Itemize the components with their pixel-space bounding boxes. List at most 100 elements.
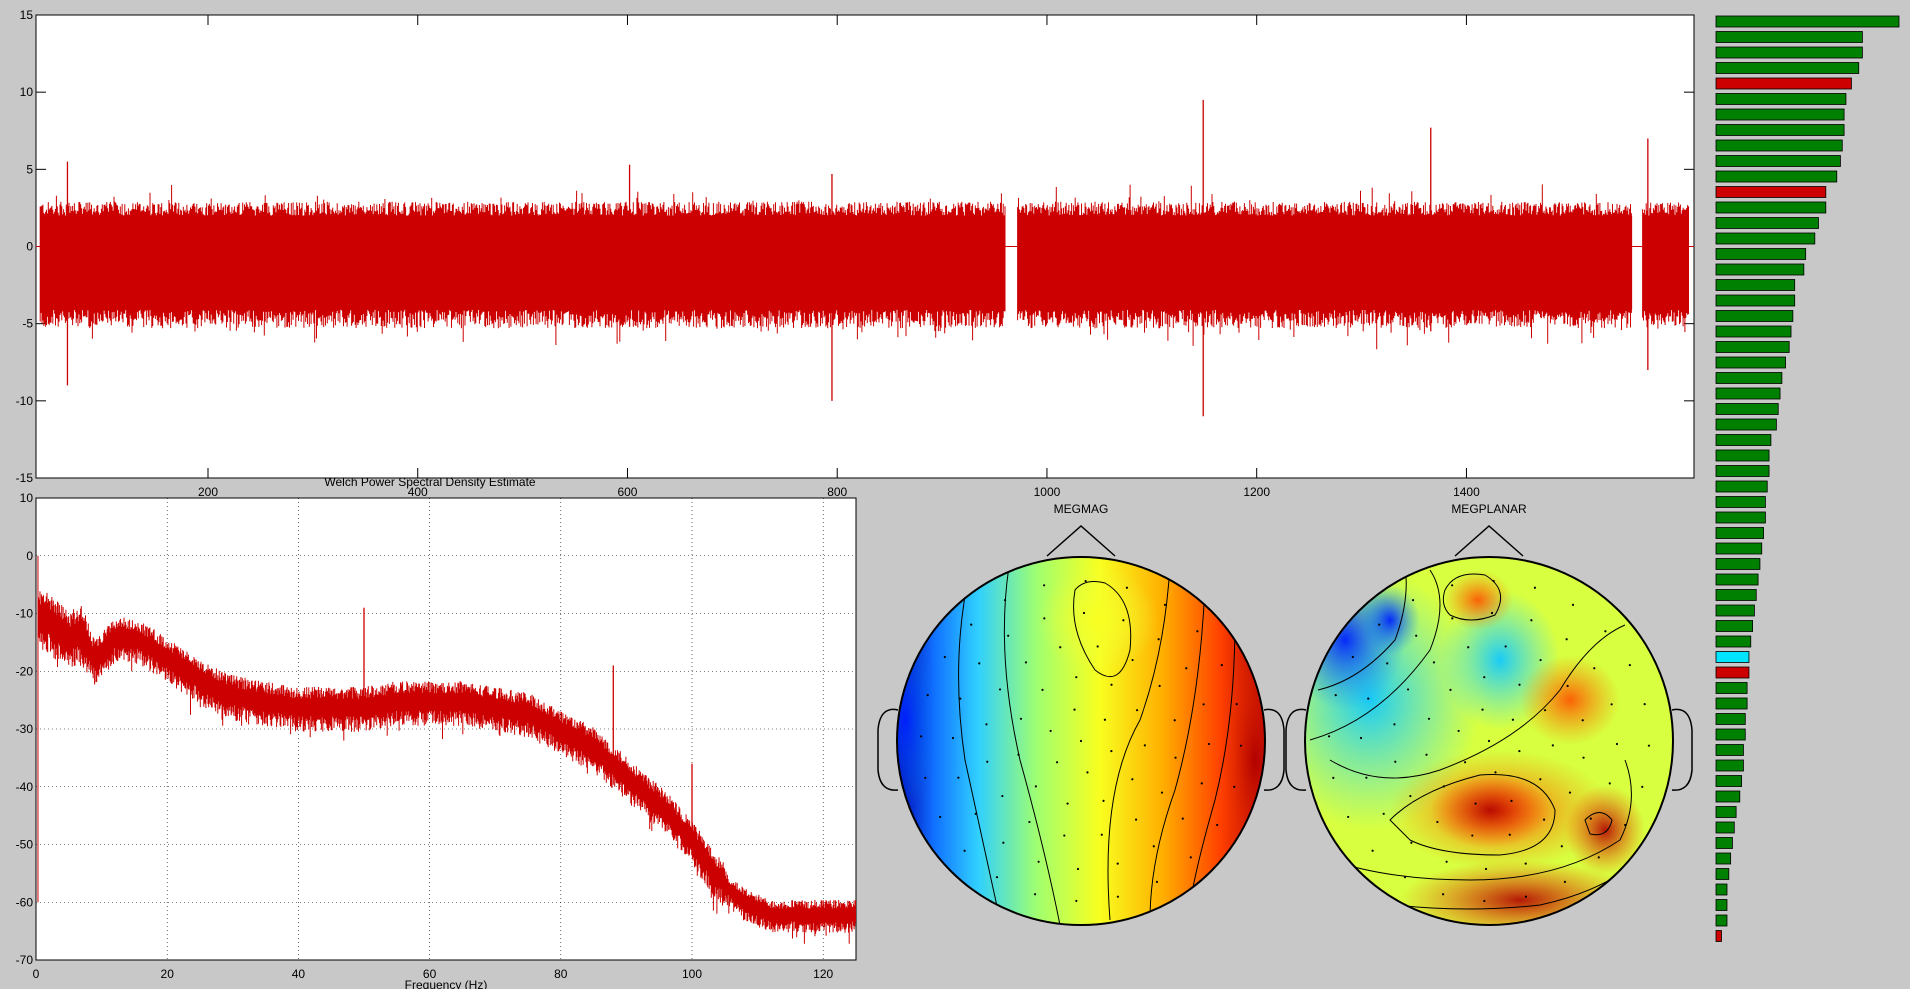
channel-bar[interactable] (1715, 372, 1783, 384)
sensor-dot (1615, 742, 1619, 746)
sensor-dot (1334, 693, 1337, 697)
sensor-dot (1086, 771, 1089, 774)
channel-bar[interactable] (1715, 124, 1845, 136)
sensor-dot (1233, 785, 1236, 789)
channel-bar[interactable] (1715, 821, 1735, 834)
channel-bar[interactable] (1715, 31, 1863, 43)
channel-bar[interactable] (1715, 93, 1847, 105)
sensor-dot (1034, 785, 1037, 788)
megplanar-orange-top (1443, 570, 1513, 630)
channel-bar[interactable] (1715, 77, 1852, 90)
sensor-dot (1406, 688, 1410, 691)
channel-bar[interactable] (1715, 62, 1860, 74)
sensor-dot (1457, 729, 1460, 733)
ts-xtick-label: 600 (617, 485, 637, 499)
sensor-dot (1542, 818, 1546, 821)
sensor-dot (1504, 645, 1507, 648)
sensor-dot (986, 760, 989, 763)
ts-ytick-label: -15 (16, 471, 34, 485)
channel-bar[interactable] (1715, 837, 1733, 849)
channel-bar[interactable] (1715, 217, 1819, 229)
megmag-topomap: MEGMAG (877, 502, 1285, 926)
channel-bar[interactable] (1715, 713, 1746, 725)
channel-bar[interactable] (1715, 294, 1796, 307)
sensor-dot (1371, 849, 1374, 852)
sensor-dot (1202, 703, 1205, 706)
sensor-dot (1524, 862, 1527, 865)
channel-bar[interactable] (1715, 418, 1777, 431)
sensor-dot (1131, 778, 1134, 781)
sensor-dot (1481, 708, 1484, 711)
sensor-dot (1116, 895, 1119, 898)
channel-bar[interactable] (1715, 387, 1781, 400)
channel-bar[interactable] (1715, 449, 1770, 462)
sensor-dot (978, 662, 981, 665)
channel-bar[interactable] (1715, 899, 1728, 911)
ts-ytick-label: -10 (16, 394, 34, 408)
channel-bar[interactable] (1715, 139, 1843, 152)
channel-bar[interactable] (1715, 527, 1764, 539)
channel-bar[interactable] (1715, 325, 1792, 338)
channel-bar[interactable] (1715, 759, 1744, 772)
channel-bar[interactable] (1715, 434, 1772, 446)
sensor-dot (1196, 630, 1199, 633)
channel-bar[interactable] (1715, 728, 1746, 741)
channel-bar[interactable] (1715, 635, 1752, 648)
channel-bar[interactable] (1715, 542, 1763, 555)
channel-bar[interactable] (1715, 465, 1770, 477)
channel-bar[interactable] (1715, 46, 1863, 59)
channel-bar[interactable] (1715, 868, 1730, 880)
psd-ytick-label: 0 (26, 549, 33, 563)
channel-variance-bars (1715, 15, 1900, 942)
channel-bar[interactable] (1715, 682, 1748, 694)
psd-ytick-label: -70 (16, 953, 34, 967)
sensor-dot (1608, 782, 1611, 785)
channel-bar[interactable] (1715, 248, 1807, 260)
channel-bar[interactable] (1715, 170, 1838, 183)
sensor-dot (1425, 753, 1428, 756)
channel-bar[interactable] (1715, 604, 1755, 617)
channel-bar[interactable] (1715, 201, 1827, 214)
channel-bar[interactable] (1715, 403, 1779, 415)
channel-bar[interactable] (1715, 232, 1816, 245)
psd-ytick-label: -50 (16, 838, 34, 852)
sensor-dot (1157, 638, 1160, 641)
sensor-dot (1347, 815, 1350, 819)
channel-bar[interactable] (1715, 155, 1841, 167)
channel-bar[interactable] (1715, 883, 1728, 896)
channel-bar[interactable] (1715, 573, 1759, 586)
sensor-dot (1386, 662, 1389, 665)
channel-bar[interactable] (1715, 666, 1750, 679)
channel-bar[interactable] (1715, 914, 1728, 927)
channel-bar[interactable] (1715, 108, 1845, 121)
channel-bar[interactable] (1715, 651, 1750, 663)
sensor-dot (1539, 778, 1542, 781)
channel-bar[interactable] (1715, 697, 1748, 710)
sensor-dot (1463, 761, 1467, 764)
channel-bar[interactable] (1715, 186, 1827, 198)
channel-bar[interactable] (1715, 341, 1790, 353)
psd-xtick-label: 120 (813, 967, 833, 981)
channel-bar[interactable] (1715, 589, 1757, 601)
channel-bar[interactable] (1715, 806, 1737, 818)
channel-bar[interactable] (1715, 558, 1761, 570)
channel-bar[interactable] (1715, 511, 1766, 524)
channel-bar[interactable] (1715, 775, 1743, 787)
channel-bar[interactable] (1715, 15, 1900, 28)
channel-bar[interactable] (1715, 790, 1741, 803)
channel-bar[interactable] (1715, 852, 1732, 865)
channel-bar[interactable] (1715, 310, 1794, 322)
sensor-dot (1530, 619, 1533, 622)
channel-bar[interactable] (1715, 620, 1753, 632)
sensor-dot (1220, 663, 1223, 667)
channel-bar[interactable] (1715, 744, 1744, 756)
sensor-dot (1518, 683, 1521, 686)
channel-bar[interactable] (1715, 279, 1796, 291)
channel-bar[interactable] (1715, 263, 1805, 276)
channel-bar[interactable] (1715, 356, 1786, 369)
sensor-dot (963, 849, 966, 852)
sensor-dot (1483, 676, 1486, 679)
channel-bar[interactable] (1715, 930, 1722, 942)
channel-bar[interactable] (1715, 496, 1766, 508)
channel-bar[interactable] (1715, 480, 1768, 493)
